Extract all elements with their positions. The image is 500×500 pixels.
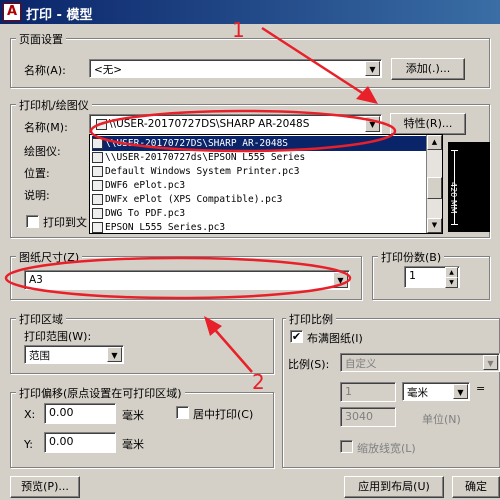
annotation-arrow-2-shaft [209, 323, 253, 373]
annotation-ellipse-printer [89, 109, 397, 153]
annotation-ellipse-paper [4, 256, 352, 300]
annotation-arrow-1-head [356, 86, 378, 104]
annotation-number-1: 1 [232, 18, 245, 42]
annotation-arrow-1-shaft [261, 26, 371, 100]
annotation-overlay [4, 26, 397, 373]
annotation-number-2: 2 [252, 370, 265, 394]
